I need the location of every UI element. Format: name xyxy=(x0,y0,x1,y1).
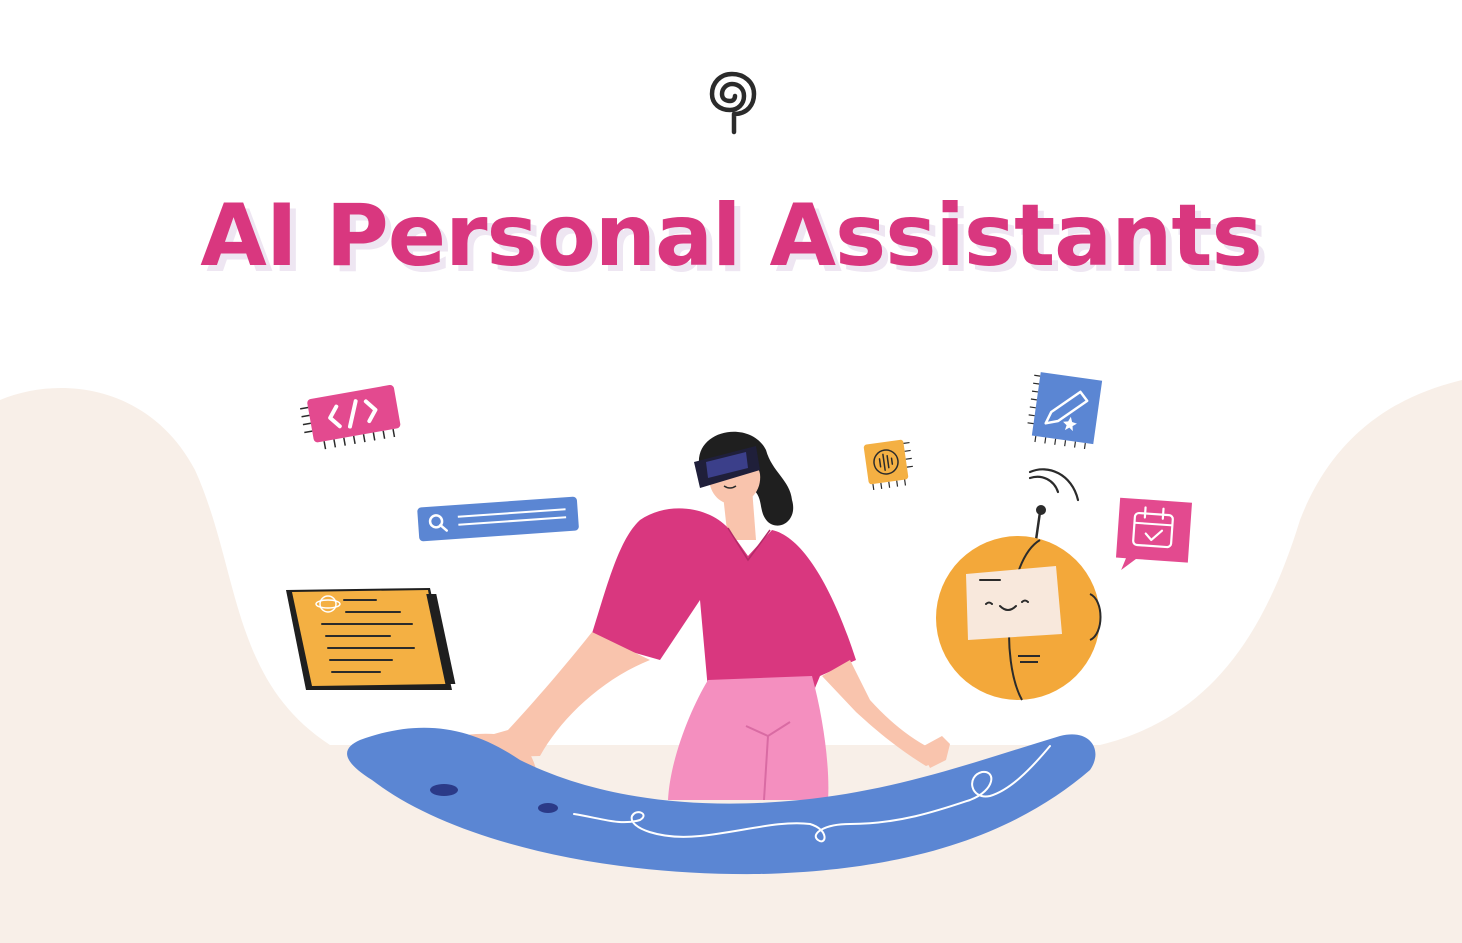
calendar-bubble-icon xyxy=(1115,497,1193,570)
code-chip-icon xyxy=(300,384,401,450)
search-bar-icon xyxy=(417,496,579,542)
robot-icon xyxy=(936,468,1102,701)
pen-notebook-icon xyxy=(1027,372,1103,450)
illustration xyxy=(286,372,1193,875)
tablet-icon xyxy=(286,588,456,690)
audio-chip-icon xyxy=(863,439,913,491)
